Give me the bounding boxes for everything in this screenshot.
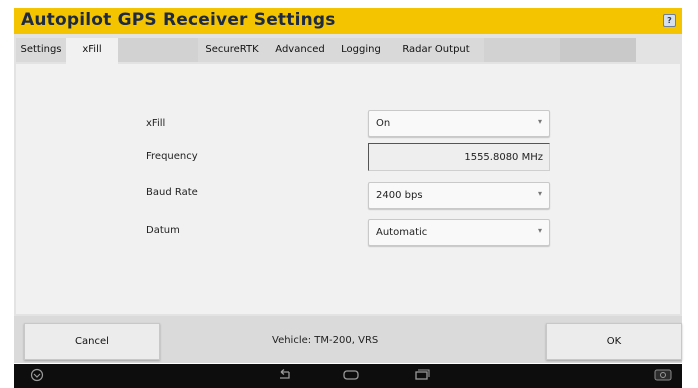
tab-radar-output[interactable]: Radar Output [388,38,484,62]
xfill-label: xFill [146,118,166,129]
back-icon[interactable] [276,368,292,387]
chevron-down-icon: ▾ [537,226,542,235]
tab-unlabeled[interactable] [118,38,198,62]
screenshot-icon[interactable] [654,368,672,387]
settings-window: Autopilot GPS Receiver Settings ? Settin… [14,8,682,363]
frequency-value: 1555.8080 MHz [464,152,543,163]
vehicle-status: Vehicle: TM-200, VRS [272,335,379,346]
home-icon[interactable] [342,368,360,387]
tab-securertk[interactable]: SecureRTK [198,38,266,62]
frequency-label: Frequency [146,151,198,162]
xfill-value: On [376,118,391,129]
tab-unlabeled-2[interactable] [484,38,560,62]
baud-rate-dropdown[interactable]: 2400 bps ▾ [368,182,550,209]
help-icon[interactable]: ? [663,14,676,27]
tab-xfill[interactable]: xFill [66,38,118,64]
ok-button[interactable]: OK [546,323,682,360]
tab-strip: Settings xFill SecureRTK Advanced Loggin… [16,38,636,64]
recent-apps-icon[interactable] [412,368,430,387]
xfill-dropdown[interactable]: On ▾ [368,110,550,137]
system-nav-bar [14,364,682,388]
tab-settings[interactable]: Settings [16,38,66,62]
chevron-down-icon: ▾ [537,189,542,198]
datum-label: Datum [146,225,180,236]
bottom-bar: Cancel Vehicle: TM-200, VRS OK [14,316,682,363]
title-bar: Autopilot GPS Receiver Settings ? [14,8,682,34]
cancel-button[interactable]: Cancel [24,323,160,360]
tab-logging[interactable]: Logging [334,38,388,62]
tab-advanced[interactable]: Advanced [266,38,334,62]
shield-icon[interactable] [30,368,44,387]
datum-value: Automatic [376,227,428,238]
xfill-panel: xFill On ▾ Frequency 1555.8080 MHz Baud … [16,64,680,314]
baud-rate-value: 2400 bps [376,190,423,201]
frequency-field: 1555.8080 MHz [368,143,550,171]
chevron-down-icon: ▾ [537,117,542,126]
datum-dropdown[interactable]: Automatic ▾ [368,219,550,246]
window-title: Autopilot GPS Receiver Settings [21,10,336,30]
baud-rate-label: Baud Rate [146,187,198,198]
